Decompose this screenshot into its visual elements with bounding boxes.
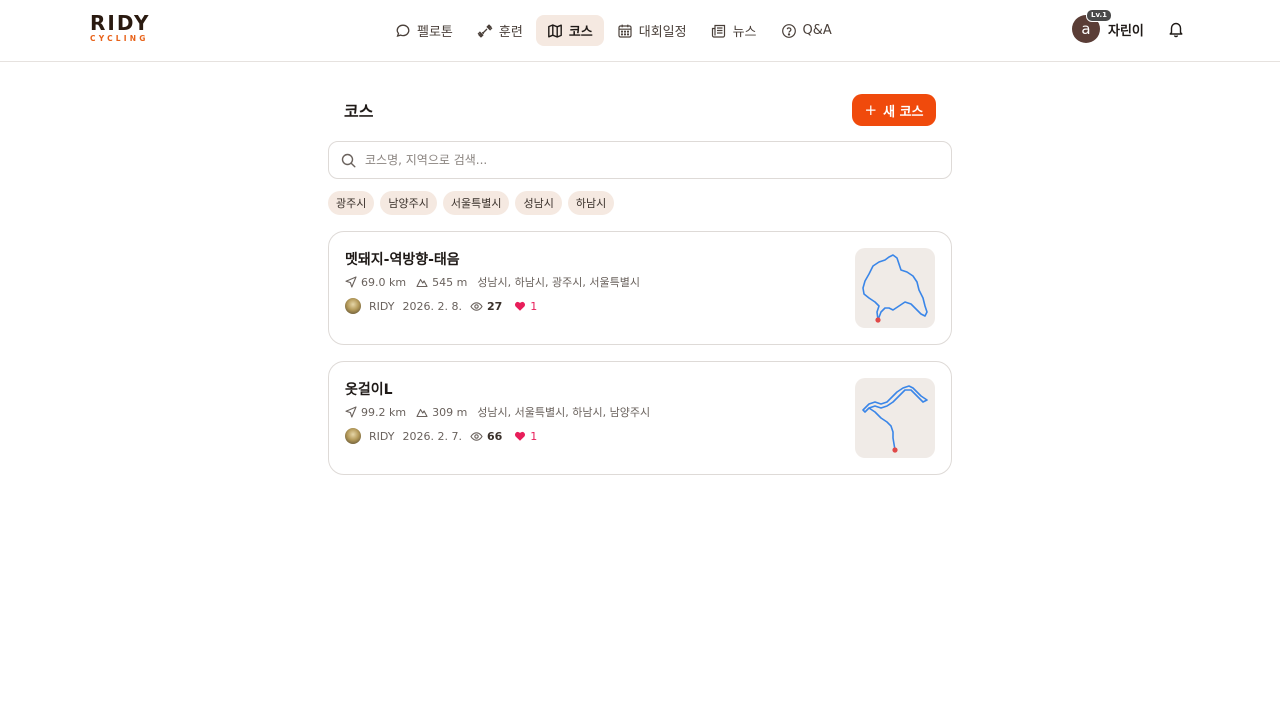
navigation-arrow-icon [345, 276, 357, 288]
distance-value: 69.0 km [361, 275, 407, 289]
like-count[interactable]: 1 [514, 300, 537, 313]
like-count-value: 1 [530, 429, 538, 443]
filter-chip-gwangju[interactable]: 광주시 [328, 191, 375, 215]
author-avatar [345, 428, 361, 444]
elevation-value: 545 m [432, 275, 468, 289]
nav-item-news[interactable]: 뉴스 [700, 15, 768, 46]
course-date: 2026. 2. 7. [402, 429, 462, 443]
distance: 99.2 km [345, 406, 406, 419]
nav-item-training[interactable]: 훈련 [466, 15, 534, 46]
author-name: RIDY [369, 299, 395, 313]
like-count-value: 1 [530, 299, 538, 313]
route-map-thumbnail [855, 248, 935, 328]
username: 자린이 [1108, 23, 1144, 39]
filter-chip-seoul[interactable]: 서울특별시 [442, 191, 510, 215]
route-map [862, 385, 928, 453]
author-row: RIDY 2026. 2. 8. 27 1 [345, 298, 537, 314]
ridy-logo[interactable]: RIDY CYCLING [90, 13, 160, 45]
calendar-icon [618, 24, 632, 38]
distance: 69.0 km [345, 276, 406, 289]
mountain-icon [416, 408, 428, 418]
new-course-label: 새 코스 [883, 104, 924, 120]
nav-label: 코스 [568, 25, 593, 40]
search-icon [341, 153, 356, 168]
distance-value: 99.2 km [361, 405, 407, 419]
logo-wordmark: RIDY [90, 11, 151, 35]
elevation-value: 309 m [432, 405, 468, 419]
level-badge: Lv.1 [1086, 9, 1112, 22]
eye-icon [470, 301, 483, 311]
view-count: 66 [470, 430, 502, 443]
elevation: 309 m [416, 406, 467, 419]
nav-item-course[interactable]: 코스 [535, 15, 604, 46]
course-date: 2026. 2. 8. [402, 299, 462, 313]
logo-tagline: CYCLING [90, 34, 149, 43]
region-filter-chips: 광주시 남양주시 서울특별시 성남시 하남시 [328, 191, 615, 215]
nav-item-peloton[interactable]: 펠로톤 [384, 15, 464, 46]
view-count-value: 66 [486, 429, 503, 443]
user-menu[interactable]: a Lv.1 자린이 [1072, 9, 1144, 43]
route-map-thumbnail [855, 378, 935, 458]
course-card[interactable]: 옷걸이L 99.2 km 309 m 성남시, 서울특별시, 하남시, 남양주시… [328, 361, 952, 475]
nav-label: Q&A [802, 23, 832, 38]
search-input[interactable] [365, 142, 935, 178]
nav-item-schedule[interactable]: 대회일정 [606, 15, 698, 46]
nav-label: 펠로톤 [417, 25, 453, 40]
top-header: RIDY CYCLING 펠로톤 훈련 코스 대회일정 뉴스 Q&A a Lv.… [0, 0, 1280, 62]
navigation-arrow-icon [345, 406, 357, 418]
filter-chip-namyangju[interactable]: 남양주시 [380, 191, 437, 215]
route-line [862, 385, 928, 451]
bell-icon[interactable] [1168, 20, 1184, 38]
plus-icon: + [864, 101, 878, 119]
regions: 성남시, 하남시, 광주시, 서울특별시 [477, 276, 640, 289]
author-row: RIDY 2026. 2. 7. 66 1 [345, 428, 537, 444]
main-nav: 펠로톤 훈련 코스 대회일정 뉴스 Q&A [384, 15, 843, 46]
course-title: 옷걸이L [345, 382, 393, 398]
heart-icon [515, 301, 526, 311]
route-line [862, 254, 928, 321]
search-box [328, 141, 952, 179]
course-title: 멧돼지-역방향-태음 [345, 252, 460, 268]
nav-label: 훈련 [498, 25, 523, 40]
dumbbell-icon [477, 23, 493, 38]
regions: 성남시, 서울특별시, 하남시, 남양주시 [477, 406, 651, 419]
chat-bubble-icon [396, 24, 410, 37]
map-icon [547, 23, 562, 38]
route-map [862, 254, 928, 323]
heart-icon [515, 431, 526, 441]
avatar[interactable]: a Lv.1 [1072, 9, 1112, 43]
course-meta: 99.2 km 309 m 성남시, 서울특별시, 하남시, 남양주시 [345, 404, 650, 420]
course-meta: 69.0 km 545 m 성남시, 하남시, 광주시, 서울특별시 [345, 274, 640, 290]
course-card[interactable]: 멧돼지-역방향-태음 69.0 km 545 m 성남시, 하남시, 광주시, … [328, 231, 952, 345]
route-start-dot [875, 317, 881, 323]
newspaper-icon [711, 24, 725, 38]
help-circle-icon [781, 23, 796, 38]
elevation: 545 m [416, 276, 467, 289]
filter-chip-seongnam[interactable]: 성남시 [515, 191, 562, 215]
route-start-dot [892, 447, 898, 453]
nav-label: 대회일정 [638, 25, 687, 40]
author-avatar [345, 298, 361, 314]
new-course-button[interactable]: + 새 코스 [852, 94, 936, 126]
author-name: RIDY [369, 429, 395, 443]
nav-label: 뉴스 [732, 25, 757, 40]
view-count-value: 27 [486, 299, 503, 313]
view-count: 27 [470, 300, 502, 313]
eye-icon [470, 431, 483, 441]
like-count[interactable]: 1 [514, 430, 537, 443]
page-title: 코스 [344, 102, 374, 121]
filter-chip-hanam[interactable]: 하남시 [567, 191, 615, 215]
mountain-icon [416, 278, 428, 288]
nav-item-qna[interactable]: Q&A [770, 15, 843, 46]
avatar-letter: a [1081, 20, 1091, 38]
